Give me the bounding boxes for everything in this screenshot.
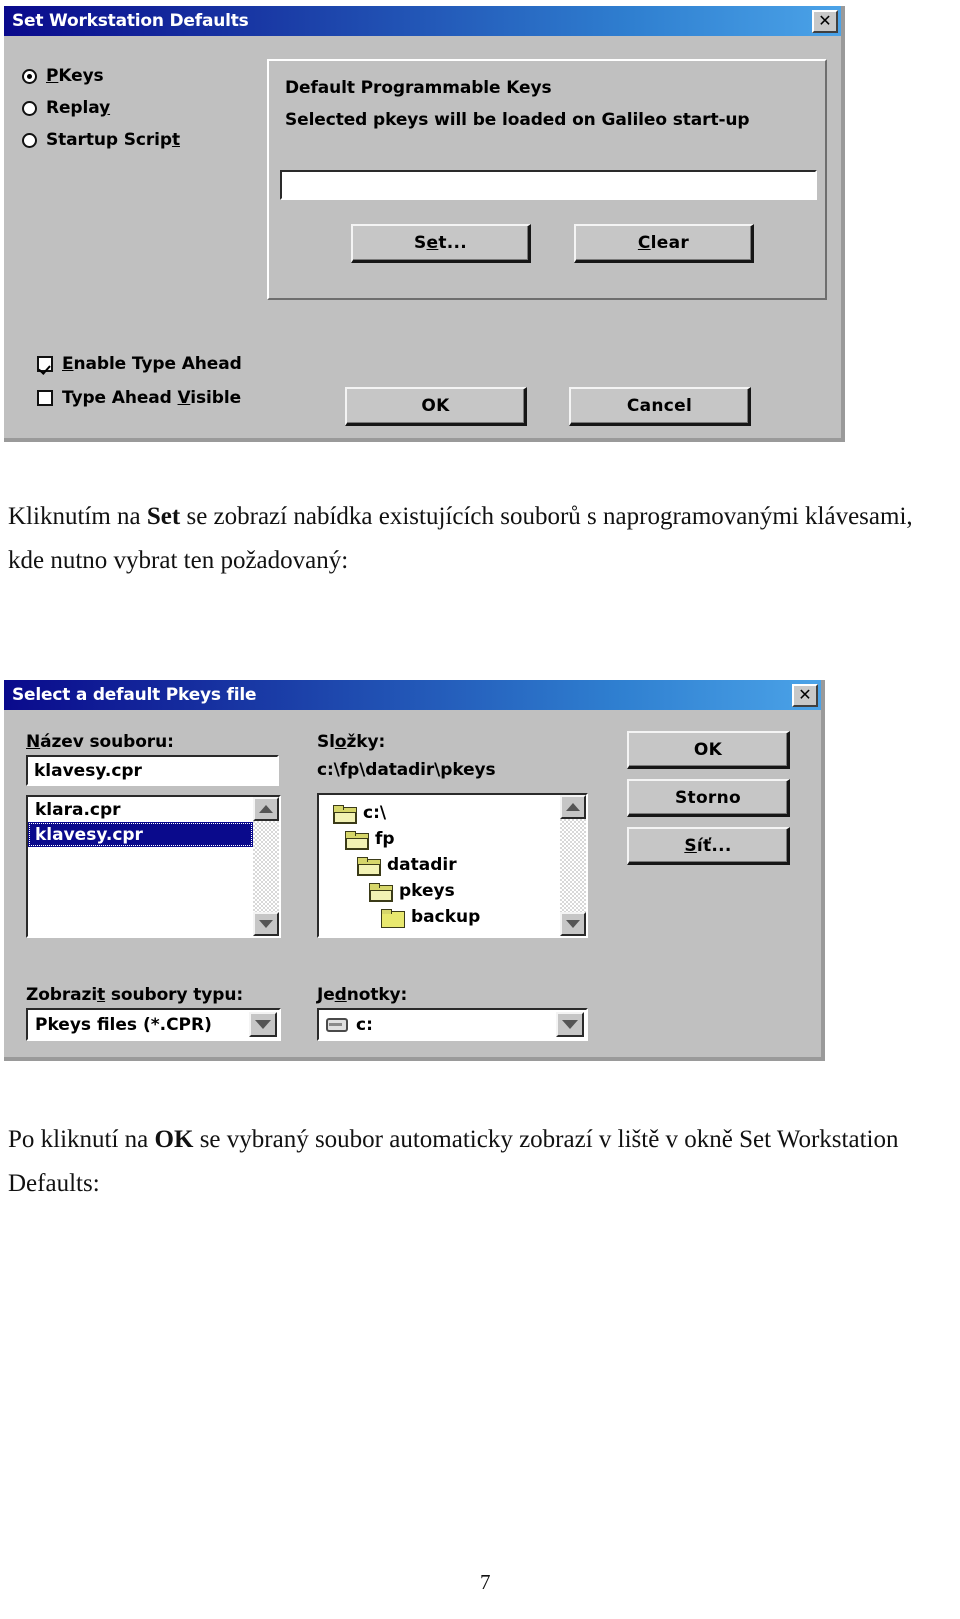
checkbox-type-ahead-visible-indicator: [37, 390, 53, 406]
folder-tree-scrollbar[interactable]: [560, 795, 586, 936]
file-list-item-label: klavesy.cpr: [35, 824, 143, 845]
chevron-down-icon[interactable]: [249, 1012, 277, 1037]
dialog2-title: Select a default Pkeys file: [12, 685, 257, 705]
folder-tree-item-label: datadir: [387, 855, 457, 875]
folder-open-selected-icon: [369, 882, 393, 902]
file-list-item-label: klara.cpr: [35, 799, 121, 820]
clear-button-label: Clear: [637, 233, 690, 253]
filetype-label: Zobrazit soubory typu:: [26, 985, 244, 1005]
current-path: c:\fp\datadir\pkeys: [317, 760, 496, 780]
folder-tree-scrollbar-track[interactable]: [560, 819, 586, 912]
paragraph-ok-result: Po kliknutí na OK se vybraný soubor auto…: [8, 1118, 948, 1206]
para1-part1: Kliknutím na: [8, 503, 147, 530]
filename-input-value: klavesy.cpr: [34, 760, 142, 781]
filename-input[interactable]: klavesy.cpr: [26, 755, 279, 786]
paragraph-set-instruction: Kliknutím na Set se zobrazí nabídka exis…: [8, 495, 938, 583]
set-workstation-defaults-dialog: Set Workstation Defaults ✕ PKeys Replay …: [4, 6, 845, 442]
close-icon[interactable]: ✕: [812, 9, 838, 33]
folder-tree-item-label: fp: [375, 829, 395, 849]
pkeys-file-input[interactable]: [280, 170, 817, 200]
scroll-down-icon[interactable]: [560, 912, 586, 936]
file-list-item-klara[interactable]: klara.cpr: [28, 797, 279, 822]
cancel-button[interactable]: Cancel: [569, 387, 751, 426]
file-list-scrollbar[interactable]: [253, 797, 279, 936]
dialog1-title: Set Workstation Defaults: [12, 11, 249, 31]
radio-replay[interactable]: Replay: [22, 98, 110, 118]
drives-select[interactable]: c:: [317, 1008, 588, 1041]
ok-button[interactable]: OK: [345, 387, 527, 426]
dialog1-titlebar[interactable]: Set Workstation Defaults ✕: [4, 6, 841, 36]
page-number: 7: [480, 1570, 491, 1594]
file-list-scrollbar-track[interactable]: [253, 821, 279, 912]
clear-button[interactable]: Clear: [574, 224, 754, 263]
radio-replay-label: Replay: [46, 98, 111, 118]
folder-open-icon: [357, 856, 381, 876]
drives-select-value: c:: [356, 1014, 373, 1035]
ok-button[interactable]: OK: [627, 731, 790, 769]
para2-bold-ok: OK: [154, 1126, 194, 1153]
folder-treeview[interactable]: c:\ fp datadir pkeys backup: [317, 793, 588, 938]
radio-startup-script[interactable]: Startup Script: [22, 130, 180, 150]
filetype-select[interactable]: Pkeys files (*.CPR): [26, 1008, 281, 1041]
para1-part2: se zobrazí nabídka existujících souborů …: [180, 503, 913, 530]
drives-label: Jednotky:: [317, 985, 408, 1005]
storno-button[interactable]: Storno: [627, 779, 790, 817]
panel-subheading: Selected pkeys will be loaded on Galileo…: [285, 110, 750, 130]
checkbox-type-ahead-visible[interactable]: Type Ahead Visible: [37, 388, 241, 408]
folders-label: Složky:: [317, 732, 386, 752]
para1-bold-set: Set: [146, 503, 181, 530]
radio-startup-script-label: Startup Script: [46, 130, 180, 150]
para2-part1: Po kliknutí na: [8, 1126, 155, 1153]
folder-open-icon: [345, 830, 369, 850]
dialog2-titlebar[interactable]: Select a default Pkeys file ✕: [4, 680, 821, 710]
checkbox-enable-type-ahead[interactable]: Enable Type Ahead: [37, 354, 242, 374]
default-programmable-keys-panel: Default Programmable Keys Selected pkeys…: [267, 59, 827, 300]
folder-tree-item[interactable]: pkeys: [319, 878, 586, 904]
radio-pkeys-label: PKeys: [46, 66, 104, 86]
folder-closed-icon: [381, 908, 405, 928]
radio-pkeys[interactable]: PKeys: [22, 66, 104, 86]
folder-tree-item[interactable]: c:\: [319, 800, 586, 826]
drive-icon: [326, 1017, 348, 1032]
folder-tree-item-label: c:\: [363, 803, 387, 823]
para2-part2: se vybraný soubor automaticky zobrazí v …: [193, 1126, 899, 1153]
folder-tree-item[interactable]: datadir: [319, 852, 586, 878]
panel-heading: Default Programmable Keys: [285, 78, 552, 98]
para1-line2: kde nutno vybrat ten požadovaný:: [8, 547, 349, 574]
set-button-label: Set...: [413, 233, 468, 253]
network-button-label: Síť...: [684, 835, 732, 856]
checkbox-enable-type-ahead-label: Enable Type Ahead: [62, 354, 242, 374]
radio-pkeys-indicator: [22, 68, 37, 84]
folder-tree-item[interactable]: fp: [319, 826, 586, 852]
chevron-down-icon[interactable]: [556, 1012, 584, 1037]
network-button[interactable]: Síť...: [627, 827, 790, 865]
ok-button-label: OK: [693, 739, 723, 760]
folder-open-icon: [333, 804, 357, 824]
scroll-up-icon[interactable]: [253, 797, 279, 821]
filetype-select-value: Pkeys files (*.CPR): [35, 1014, 212, 1035]
scroll-down-icon[interactable]: [253, 912, 279, 936]
checkbox-type-ahead-visible-label: Type Ahead Visible: [62, 388, 241, 408]
radio-startup-script-indicator: [22, 132, 37, 148]
file-list-item-klavesy[interactable]: klavesy.cpr: [28, 822, 253, 847]
folder-tree-item[interactable]: backup: [319, 904, 586, 930]
set-button[interactable]: Set...: [351, 224, 531, 263]
close-icon[interactable]: ✕: [792, 683, 818, 707]
scroll-up-icon[interactable]: [560, 795, 586, 819]
file-listbox[interactable]: klara.cpr klavesy.cpr: [26, 795, 281, 938]
para2-line2: Defaults:: [8, 1170, 100, 1197]
checkbox-enable-type-ahead-indicator: [37, 356, 53, 372]
folder-tree-item-label: pkeys: [399, 881, 455, 901]
folder-tree-item-label: backup: [411, 907, 481, 927]
storno-button-label: Storno: [674, 787, 741, 808]
radio-replay-indicator: [22, 100, 37, 116]
select-default-pkeys-file-dialog: Select a default Pkeys file ✕ Název soub…: [4, 680, 825, 1061]
filename-label: Název souboru:: [26, 732, 174, 752]
